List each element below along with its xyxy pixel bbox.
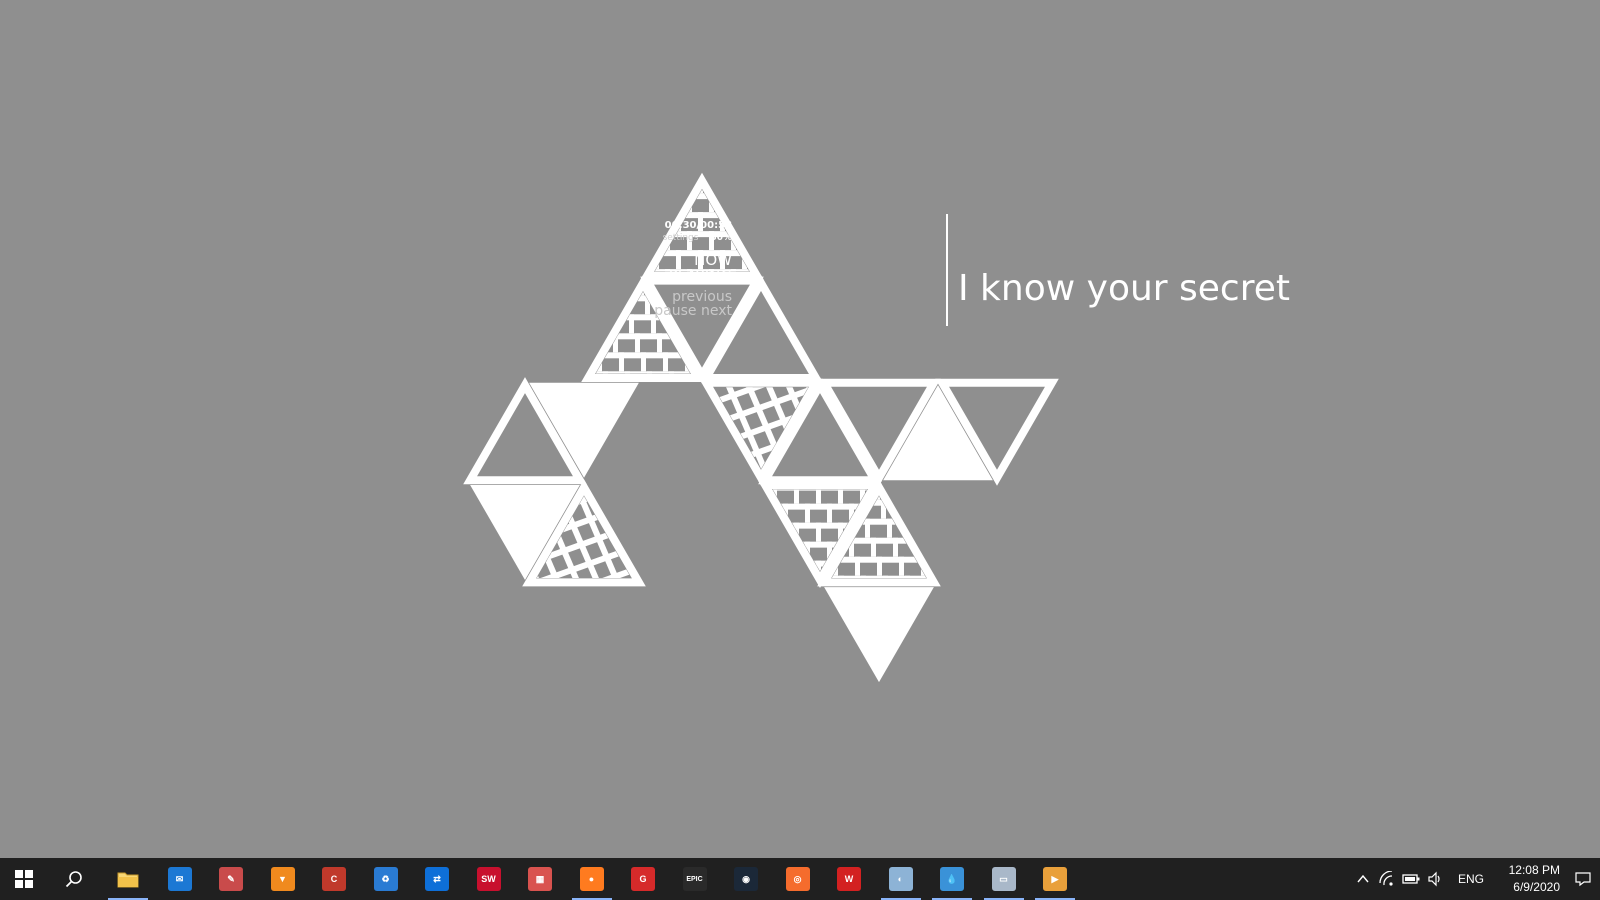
origin-icon: ◎ <box>785 867 810 891</box>
now-playing-line1: NOW <box>694 251 732 269</box>
droplet-app-icon: 💧 <box>940 867 964 891</box>
teamviewer-icon: ⇄ <box>425 867 449 891</box>
taskbar-app-media-player[interactable]: ▶ <box>1031 858 1079 900</box>
art-triangle <box>883 385 993 481</box>
taskbar-app-file-explorer[interactable] <box>104 858 152 900</box>
clock[interactable]: 12:08 PM 6/9/2020 <box>1509 862 1560 896</box>
art-triangle <box>529 382 639 478</box>
search-icon <box>65 871 82 888</box>
start-button[interactable] <box>0 858 48 900</box>
battery-icon[interactable] <box>1402 870 1420 888</box>
file-explorer-icon <box>116 867 140 891</box>
recycle-tool-icon: ♻ <box>373 867 398 891</box>
media-widget: 00:30/00:58 settings 50% NOW PLAYING prev… <box>654 214 1300 330</box>
media-controls: previous pause next <box>592 290 732 318</box>
taskbar-app-vlc-like[interactable]: ▼ <box>259 858 307 900</box>
taskbar-app-origin[interactable]: ◎ <box>774 858 822 900</box>
mail-icon: ✉ <box>167 867 192 891</box>
taskbar-app-paint-palette[interactable]: ◐ <box>877 858 925 900</box>
monitor-app-icon: ▭ <box>991 867 1016 891</box>
taskbar-app-ccleaner[interactable]: C <box>310 858 358 900</box>
pause-button[interactable]: pause <box>654 303 696 319</box>
taskbar-app-monitor-app[interactable]: ▭ <box>980 858 1028 900</box>
volume-icon[interactable] <box>1426 870 1444 888</box>
garena-icon: G <box>631 867 655 891</box>
next-button[interactable]: next <box>701 303 732 319</box>
clock-time: 12:08 PM <box>1508 863 1560 877</box>
taskbar-app-epic-games[interactable]: EPIC <box>671 858 719 900</box>
taskbar-app-firefox[interactable]: ● <box>568 858 616 900</box>
taskbar-app-wargaming[interactable]: W <box>825 858 873 900</box>
now-playing-line2: PLAYING <box>668 267 732 285</box>
system-tray: ENG 12:08 PM 6/9/2020 <box>1300 858 1600 900</box>
now-playing-label: NOW PLAYING <box>592 252 732 284</box>
vlc-like-icon: ▼ <box>270 867 295 891</box>
settings-link[interactable]: settings <box>663 233 699 243</box>
art-triangle <box>824 587 934 683</box>
taskbar-app-solidworks[interactable]: SW <box>465 858 513 900</box>
taskbar-app-mail[interactable]: ✉ <box>156 858 204 900</box>
media-player-icon: ▶ <box>1043 867 1067 891</box>
taskbar-app-recycle-tool[interactable]: ♻ <box>362 858 410 900</box>
art-triangle <box>470 484 580 580</box>
taskbar-app-utility-app[interactable]: ▦ <box>516 858 564 900</box>
paint-palette-icon: ◐ <box>888 867 913 891</box>
wargaming-icon: W <box>837 867 861 891</box>
track-time: 00:30/00:58 <box>664 220 732 231</box>
taskbar-app-steam[interactable]: ◉ <box>722 858 770 900</box>
desktop: 00:30/00:58 settings 50% NOW PLAYING prev… <box>0 0 1600 858</box>
steam-icon: ◉ <box>734 867 758 891</box>
taskbar-app-teamviewer[interactable]: ⇄ <box>413 858 461 900</box>
language-indicator[interactable]: ENG <box>1458 872 1484 886</box>
taskbar-app-garena[interactable]: G <box>619 858 667 900</box>
volume-level: 50% <box>710 233 732 243</box>
clock-date: 6/9/2020 <box>1513 880 1560 894</box>
ccleaner-icon: C <box>322 867 346 891</box>
windows-logo-icon <box>15 870 33 888</box>
taskbar: ENG 12:08 PM 6/9/2020 ✉ ✎ ▼ C ♻ ⇄ SW ▦ ● G EPIC ◉ ◎ W… <box>0 858 1600 900</box>
network-icon[interactable] <box>1378 870 1396 888</box>
epic-games-icon: EPIC <box>682 867 707 891</box>
paint-tool-icon: ✎ <box>219 867 243 891</box>
utility-app-icon: ▦ <box>528 867 552 891</box>
chevron-up-icon[interactable] <box>1354 870 1372 888</box>
triangle-wallpaper-art <box>463 172 1059 683</box>
song-title: I know your secret <box>958 268 1290 309</box>
firefox-icon: ● <box>579 867 604 891</box>
taskbar-app-droplet-app[interactable]: 💧 <box>928 858 976 900</box>
settings-row: settings 50% <box>592 233 732 243</box>
solidworks-icon: SW <box>476 867 501 891</box>
taskbar-app-paint-tool[interactable]: ✎ <box>207 858 255 900</box>
notification-center-icon[interactable] <box>1574 870 1592 888</box>
search-button[interactable] <box>50 858 98 900</box>
widget-divider <box>946 214 948 326</box>
